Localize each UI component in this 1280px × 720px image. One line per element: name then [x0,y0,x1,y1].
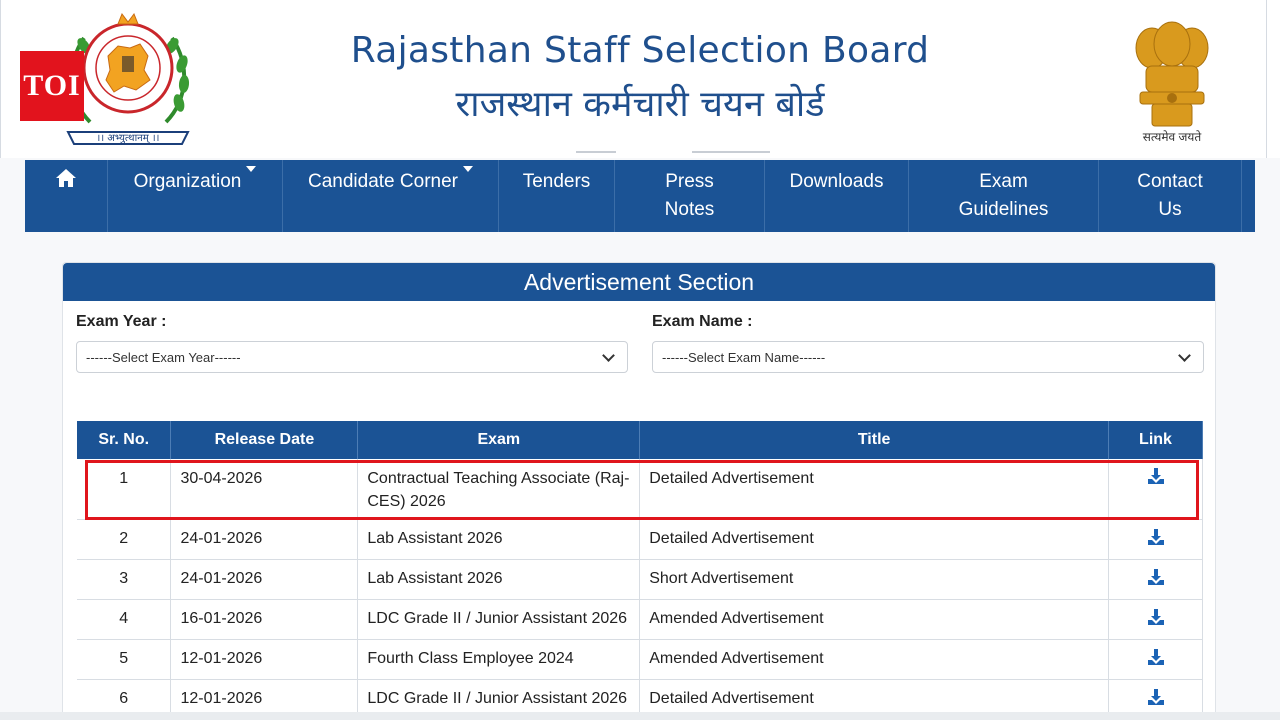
nav-exam-guidelines[interactable]: Exam Guidelines [909,160,1099,232]
col-sr-no: Sr. No. [77,421,172,459]
download-icon[interactable] [1147,648,1165,666]
header-divider-long [692,151,770,153]
chevron-down-icon [1178,349,1191,362]
national-emblem-icon [1135,21,1209,127]
header-divider-short [576,151,616,153]
exam-name-select[interactable]: ------Select Exam Name------ [652,341,1204,373]
bottom-strip [0,712,1280,720]
nav-contact-us-label: Contact Us [1137,171,1203,220]
table-row: 3 24-01-2026 Lab Assistant 2026 Short Ad… [77,559,1203,600]
nav-press-notes[interactable]: Press Notes [615,160,765,232]
chevron-down-icon [246,166,257,172]
cell-exam: Fourth Class Employee 2024 [357,639,641,680]
cell-link [1108,639,1203,680]
board-title-hindi: राजस्थान कर्मचारी चयन बोर्ड [455,84,825,125]
nav-press-notes-label: Press Notes [664,171,715,220]
nav-downloads-label: Downloads [789,171,884,192]
download-icon[interactable] [1147,568,1165,586]
col-title: Title [639,421,1109,459]
nav-home[interactable] [25,160,108,232]
cell-title: Short Advertisement [639,559,1109,600]
cell-sr-no: 2 [77,519,172,560]
chevron-down-icon [462,166,473,172]
exam-name-label: Exam Name : [652,313,753,330]
exam-year-label: Exam Year : [76,313,167,330]
nav-candidate-corner-label: Candidate Corner [308,171,458,192]
logo-motto: ।। अभ्युत्थानम् ।। [97,133,160,144]
download-icon[interactable] [1147,608,1165,626]
cell-exam: Lab Assistant 2026 [357,559,641,600]
exam-name-select-value: ------Select Exam Name------ [662,349,826,365]
nav-tenders[interactable]: Tenders [499,160,615,232]
home-icon [56,169,76,187]
cell-title: Amended Advertisement [639,599,1109,640]
table-row: 4 16-01-2026 LDC Grade II / Junior Assis… [77,599,1203,640]
nav-tenders-label: Tenders [522,171,591,192]
chevron-down-icon [602,349,615,362]
nav-candidate-corner[interactable]: Candidate Corner [283,160,499,232]
nav-organization-label: Organization [133,171,242,192]
cell-link [1108,559,1203,600]
col-link: Link [1108,421,1203,459]
board-title-english: Rajasthan Staff Selection Board [350,30,930,71]
cell-sr-no: 4 [77,599,172,640]
page: ।। अभ्युत्थानम् ।। TOI Rajasthan Staff S… [0,0,1280,720]
site-header: ।। अभ्युत्थानम् ।। TOI Rajasthan Staff S… [0,0,1280,158]
nav-contact-us[interactable]: Contact Us [1099,160,1242,232]
col-exam: Exam [357,421,641,459]
cell-exam: Lab Assistant 2026 [357,519,641,560]
cell-exam: LDC Grade II / Junior Assistant 2026 [357,599,641,640]
cell-release-date: 24-01-2026 [170,559,359,600]
exam-year-select[interactable]: ------Select Exam Year------ [76,341,628,373]
main-navigation: Organization Candidate Corner Tenders Pr… [25,160,1255,232]
cell-title: Detailed Advertisement [639,519,1109,560]
cell-release-date: 16-01-2026 [170,599,359,640]
col-release-date: Release Date [170,421,359,459]
cell-link [1108,519,1203,560]
nav-downloads[interactable]: Downloads [765,160,909,232]
emblem-motto: सत्यमेव जयते [1142,130,1202,144]
nav-organization[interactable]: Organization [108,160,283,232]
cell-sr-no: 3 [77,559,172,600]
cell-title: Amended Advertisement [639,639,1109,680]
cell-release-date: 12-01-2026 [170,639,359,680]
table-row: 2 24-01-2026 Lab Assistant 2026 Detailed… [77,519,1203,560]
table-header-row: Sr. No. Release Date Exam Title Link [77,421,1203,459]
advertisement-heading: Advertisement Section [63,263,1215,301]
cell-sr-no: 5 [77,639,172,680]
download-icon[interactable] [1147,688,1165,706]
highlight-box [85,460,1199,520]
download-icon[interactable] [1147,528,1165,546]
cell-release-date: 24-01-2026 [170,519,359,560]
exam-year-select-value: ------Select Exam Year------ [86,349,241,365]
cell-link [1108,599,1203,640]
table-row: 5 12-01-2026 Fourth Class Employee 2024 … [77,639,1203,680]
nav-exam-guidelines-label: Exam Guidelines [958,171,1049,220]
